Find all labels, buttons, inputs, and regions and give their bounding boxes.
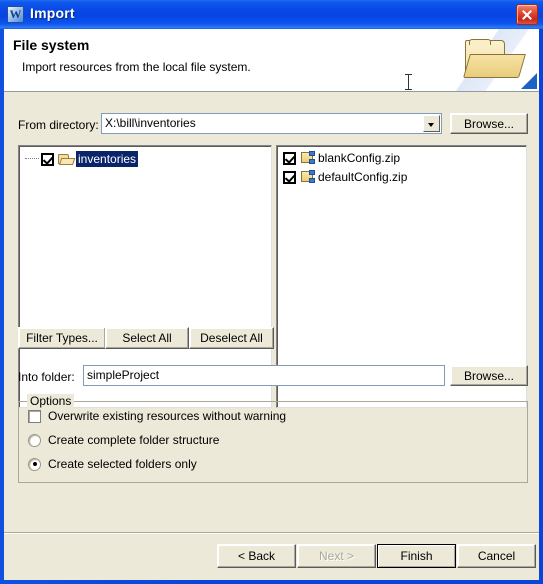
- deselect-all-button[interactable]: Deselect All: [189, 327, 274, 349]
- list-item[interactable]: defaultConfig.zip: [283, 168, 407, 186]
- from-directory-label: From directory:: [18, 118, 99, 132]
- list-item[interactable]: blankConfig.zip: [283, 149, 400, 167]
- options-group-title: Options: [27, 394, 75, 408]
- file-item-checkbox[interactable]: [283, 151, 296, 165]
- tree-item-inventories[interactable]: inventories: [25, 150, 139, 168]
- tree-item-label: inventories: [76, 151, 139, 167]
- create-selected-folders-radio-row[interactable]: Create selected folders only: [28, 457, 197, 471]
- dialog-body: From directory: X:\bill\inventories Brow…: [4, 92, 539, 580]
- create-selected-folders-label: Create selected folders only: [48, 457, 197, 471]
- into-folder-label: Into folder:: [18, 370, 75, 384]
- file-item-checkbox[interactable]: [283, 170, 296, 184]
- zip-file-icon: [300, 170, 316, 184]
- window-title: Import: [30, 5, 75, 21]
- footer-divider: [4, 532, 539, 534]
- close-icon[interactable]: [516, 4, 538, 25]
- from-directory-input[interactable]: X:\bill\inventories: [101, 113, 442, 134]
- zip-file-icon: [300, 151, 316, 165]
- page-subtitle: Import resources from the local file sys…: [22, 60, 251, 74]
- into-folder-input[interactable]: simpleProject: [83, 365, 445, 386]
- create-complete-structure-label: Create complete folder structure: [48, 433, 220, 447]
- browse-source-button[interactable]: Browse...: [450, 113, 528, 134]
- app-w-icon: W: [7, 6, 24, 23]
- file-item-label: blankConfig.zip: [318, 151, 401, 165]
- filter-types-button[interactable]: Filter Types...: [18, 327, 106, 349]
- cancel-button[interactable]: Cancel: [457, 544, 536, 568]
- select-all-button[interactable]: Select All: [105, 327, 189, 349]
- finish-button[interactable]: Finish: [377, 544, 456, 568]
- tree-item-checkbox[interactable]: [41, 152, 54, 166]
- overwrite-existing-checkbox[interactable]: [28, 409, 41, 423]
- overwrite-existing-checkbox-row[interactable]: Overwrite existing resources without war…: [28, 409, 286, 423]
- browse-destination-button[interactable]: Browse...: [450, 365, 528, 386]
- overwrite-existing-label: Overwrite existing resources without war…: [48, 409, 287, 423]
- create-complete-structure-radio-row[interactable]: Create complete folder structure: [28, 433, 219, 447]
- page-title: File system: [13, 37, 90, 53]
- open-folder-icon: [447, 29, 539, 91]
- next-button[interactable]: Next >: [297, 544, 376, 568]
- wizard-header: File system Import resources from the lo…: [4, 29, 539, 92]
- back-button[interactable]: < Back: [217, 544, 296, 568]
- chevron-down-icon[interactable]: [423, 115, 440, 132]
- create-selected-folders-radio[interactable]: [28, 457, 41, 471]
- create-complete-structure-radio[interactable]: [28, 433, 41, 447]
- open-folder-icon: [58, 153, 76, 166]
- title-bar: W Import: [0, 0, 543, 29]
- import-dialog-window: W Import File system Import resources fr…: [0, 0, 543, 584]
- file-item-label: defaultConfig.zip: [318, 170, 408, 184]
